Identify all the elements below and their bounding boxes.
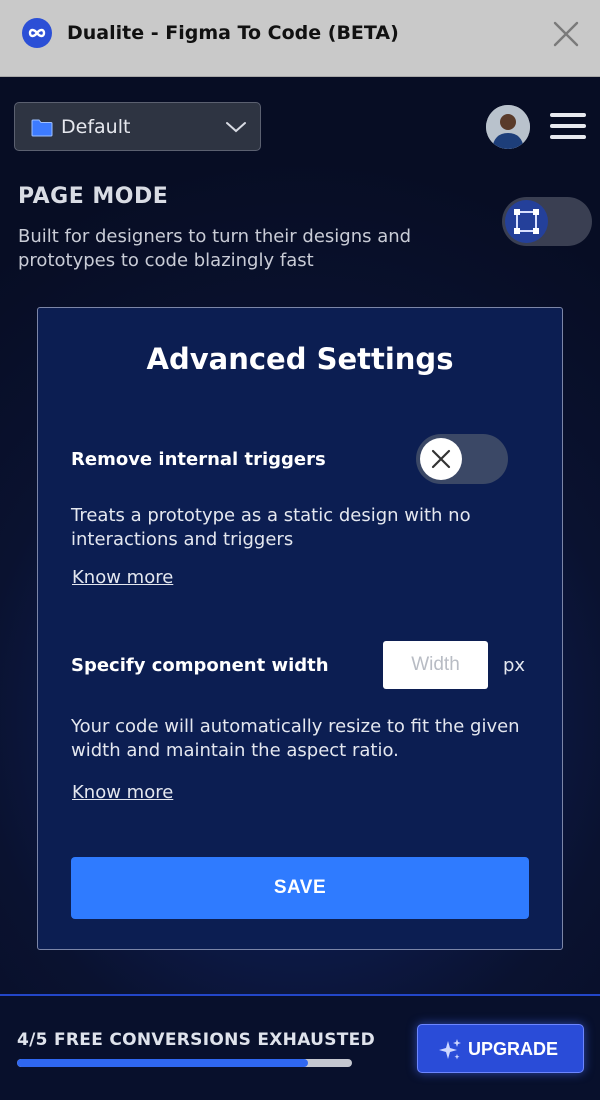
upgrade-label: UPGRADE xyxy=(468,1039,559,1059)
window-title: Dualite - Figma To Code (BETA) xyxy=(67,22,399,44)
dualite-logo-icon xyxy=(22,18,52,48)
save-button[interactable]: SAVE xyxy=(71,857,529,919)
frame-select-icon xyxy=(505,200,548,243)
close-icon[interactable] xyxy=(550,18,582,50)
remove-triggers-know-more-link[interactable]: Know more xyxy=(72,566,173,590)
page-mode-toggle[interactable] xyxy=(502,197,592,246)
plugin-body: Default PAGE MODE Built for designers to… xyxy=(0,77,600,1100)
page-mode-description: Built for designers to turn their design… xyxy=(18,226,412,271)
usage-progress-fill xyxy=(17,1059,309,1067)
footer-usage: 4/5 FREE CONVERSIONS EXHAUSTED UPGRADE xyxy=(0,994,600,1100)
usage-progress-bar xyxy=(17,1059,352,1067)
window-titlebar: Dualite - Figma To Code (BETA) xyxy=(0,0,600,77)
page-mode-title: PAGE MODE xyxy=(18,184,169,209)
avatar[interactable] xyxy=(486,105,530,149)
usage-text: 4/5 FREE CONVERSIONS EXHAUSTED xyxy=(17,1030,376,1050)
width-unit-label: px xyxy=(503,655,526,676)
advanced-settings-card: Advanced Settings Remove internal trigge… xyxy=(37,307,563,950)
toggle-off-icon xyxy=(420,438,462,480)
upgrade-button[interactable]: UPGRADE xyxy=(417,1024,584,1073)
remove-triggers-toggle[interactable] xyxy=(416,434,508,484)
project-select[interactable]: Default xyxy=(14,102,261,151)
chevron-down-icon xyxy=(225,119,247,138)
hamburger-menu-icon[interactable] xyxy=(550,113,588,141)
sparkle-icon xyxy=(439,1039,461,1060)
component-width-label: Specify component width xyxy=(71,655,329,676)
remove-triggers-description: Treats a prototype as a static design wi… xyxy=(71,505,471,550)
project-select-value: Default xyxy=(61,116,131,138)
remove-triggers-label: Remove internal triggers xyxy=(71,449,326,470)
component-width-description: Your code will automatically resize to f… xyxy=(71,716,520,761)
component-width-know-more-link[interactable]: Know more xyxy=(72,781,173,805)
folder-icon xyxy=(31,119,53,141)
width-input[interactable] xyxy=(383,641,488,689)
advanced-settings-title: Advanced Settings xyxy=(146,342,454,376)
